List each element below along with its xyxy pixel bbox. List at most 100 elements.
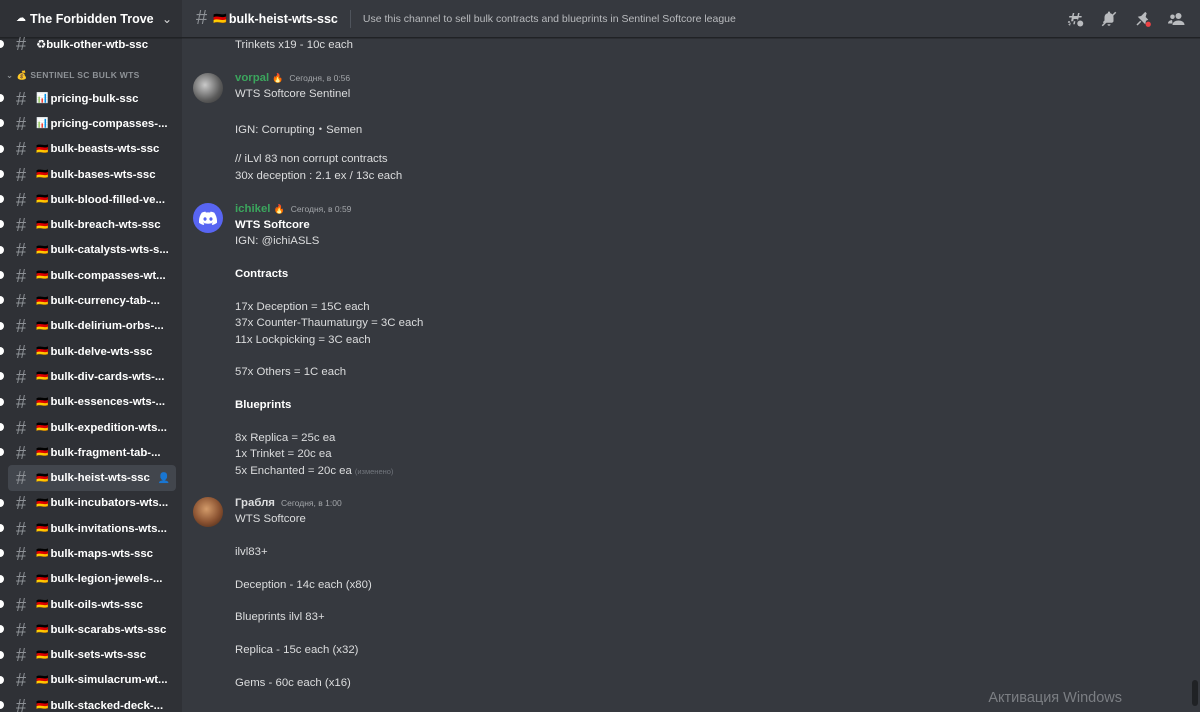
- text-channel-icon: #: [16, 113, 27, 134]
- threads-icon[interactable]: [1064, 8, 1086, 30]
- channel-item[interactable]: # 🇩🇪 bulk-delve-wts-ssc: [0, 339, 176, 364]
- channel-emoji: 🇩🇪: [36, 548, 49, 560]
- text-channel-icon: #: [16, 189, 27, 210]
- channel-item[interactable]: # 🇩🇪 bulk-blood-filled-ve...: [0, 187, 176, 212]
- message-line: Replica - 15c each (x32): [235, 644, 359, 656]
- channel-emoji: 🇩🇪: [36, 320, 49, 332]
- invite-icon[interactable]: 👤: [158, 473, 170, 484]
- channel-name: bulk-catalysts-wts-s...: [50, 244, 169, 257]
- channel-item[interactable]: # 🇩🇪 bulk-currency-tab-...: [0, 288, 176, 313]
- category-header[interactable]: ⌄ 💰 SENTINEL SC BULK WTS: [0, 64, 182, 86]
- channel-name: bulk-delirium-orbs-...: [50, 320, 164, 333]
- channel-topic[interactable]: Use this channel to sell bulk contracts …: [363, 13, 736, 25]
- text-channel-icon: #: [16, 569, 27, 590]
- text-channel-icon: #: [16, 215, 27, 236]
- channel-item[interactable]: # 🇩🇪 bulk-legion-jewels-...: [0, 567, 176, 592]
- channel-item[interactable]: # 🇩🇪 bulk-heist-wts-ssc 👤: [8, 465, 176, 491]
- channel-emoji: 🇩🇪: [36, 143, 49, 155]
- flame-icon: 🔥: [273, 204, 285, 214]
- unread-indicator: [0, 169, 4, 178]
- channel-item[interactable]: # 🇩🇪 bulk-simulacrum-wt...: [0, 668, 176, 693]
- channel-item[interactable]: # 🇩🇪 bulk-breach-wts-ssc: [0, 212, 176, 237]
- unread-indicator: [0, 397, 4, 406]
- channel-item[interactable]: # 🇩🇪 bulk-stacked-deck-...: [0, 693, 176, 712]
- channel-emoji: 🇩🇪: [36, 700, 49, 712]
- category-channels: # 📊 pricing-bulk-ssc # 📊 pricing-compasses-..…: [0, 86, 182, 712]
- channel-emoji: 🇩🇪: [36, 523, 49, 535]
- message-line: Gems - 60c each (x16): [235, 677, 351, 689]
- channel-item[interactable]: # 🇩🇪 bulk-scarabs-wts-ssc: [0, 617, 176, 642]
- channel-emoji: 🇩🇪: [36, 599, 49, 611]
- unread-indicator: [0, 271, 4, 280]
- channel-item[interactable]: # 🇩🇪 bulk-oils-wts-ssc: [0, 592, 176, 617]
- unread-indicator: [0, 701, 4, 710]
- channel-item[interactable]: # 🇩🇪 bulk-invitations-wts...: [0, 516, 176, 541]
- channel-item[interactable]: # 🇩🇪 bulk-fragment-tab-...: [0, 440, 176, 465]
- unread-indicator: [0, 346, 4, 355]
- text-channel-icon: #: [16, 645, 27, 666]
- channel-emoji: 🇩🇪: [36, 472, 49, 484]
- author-name[interactable]: ichikel: [235, 203, 270, 215]
- chevron-down-icon[interactable]: ⌄: [162, 12, 172, 26]
- header-divider: [349, 9, 351, 28]
- avatar[interactable]: [193, 73, 223, 103]
- server-icon: ☁: [16, 13, 26, 24]
- channel-emoji: 🇩🇪: [36, 573, 49, 585]
- channel-item[interactable]: # 🇩🇪 bulk-beasts-wts-ssc: [0, 137, 176, 162]
- channel-item[interactable]: # 🇩🇪 bulk-div-cards-wts-...: [0, 364, 176, 389]
- channel-emoji: 🇩🇪: [36, 219, 49, 231]
- text-channel-icon: #: [16, 442, 27, 463]
- edited-tag: (изменено): [354, 467, 394, 476]
- unread-indicator: [0, 625, 4, 634]
- avatar[interactable]: [193, 203, 223, 233]
- pin-icon[interactable]: [1132, 8, 1154, 30]
- channel-item[interactable]: # 🇩🇪 bulk-catalysts-wts-s...: [0, 238, 176, 263]
- header-toolbar: [1064, 0, 1188, 38]
- windows-activation-watermark: Активация Windows: [988, 690, 1122, 706]
- channel-item[interactable]: # 🇩🇪 bulk-essences-wts-...: [0, 390, 176, 415]
- channel-item[interactable]: # 🇩🇪 bulk-bases-wts-ssc: [0, 162, 176, 187]
- channel-emoji: 🇩🇪: [36, 169, 49, 181]
- chevron-down-icon: ⌄: [6, 69, 14, 80]
- channel-name: bulk-bases-wts-ssc: [50, 168, 156, 181]
- channel-item[interactable]: # 🇩🇪 bulk-delirium-orbs-...: [0, 314, 176, 339]
- channel-item[interactable]: # 🇩🇪 bulk-sets-wts-ssc: [0, 643, 176, 668]
- channel-emoji: 🇩🇪: [36, 396, 49, 408]
- channel-item[interactable]: # 📊 pricing-compasses-...: [0, 111, 176, 136]
- text-channel-icon: #: [16, 88, 27, 109]
- channel-sidebar: ☁ The Forbidden Trove ⌄ # ♻bulk-other-wt…: [0, 0, 182, 712]
- channel-name: bulk-compasses-wt...: [50, 269, 166, 282]
- channel-item[interactable]: # 🇩🇪 bulk-expedition-wts...: [0, 415, 176, 440]
- channel-item[interactable]: # 🇩🇪 bulk-incubators-wts...: [0, 491, 176, 516]
- channel-name: bulk-blood-filled-ve...: [50, 193, 165, 206]
- channel-name: pricing-compasses-...: [50, 117, 168, 130]
- mute-icon[interactable]: [1098, 8, 1120, 30]
- channel-list: # ♻bulk-other-wtb-ssc ⌄ 💰 SENTINEL SC BU…: [0, 32, 182, 712]
- channel-name: bulk-heist-wts-ssc: [50, 472, 150, 485]
- members-icon[interactable]: [1166, 8, 1188, 30]
- unread-indicator: [0, 119, 4, 128]
- channel-name: bulk-incubators-wts...: [50, 497, 169, 510]
- message-header: ichikel 🔥 Сегодня, в 0:59: [235, 203, 351, 215]
- channel-emoji: 🇩🇪: [36, 497, 49, 509]
- unread-indicator: [0, 574, 4, 583]
- author-name[interactable]: Грабля: [235, 497, 275, 509]
- channel-name: bulk-beasts-wts-ssc: [50, 143, 160, 156]
- avatar[interactable]: [193, 497, 223, 527]
- channel-item[interactable]: # 🇩🇪 bulk-maps-wts-ssc: [0, 541, 176, 566]
- message-line: WTS Softcore: [235, 513, 306, 525]
- channel-name: bulk-delve-wts-ssc: [50, 345, 153, 358]
- scrollbar-thumb[interactable]: [1192, 680, 1198, 706]
- channel-name: bulk-fragment-tab-...: [50, 446, 161, 459]
- unread-indicator: [0, 372, 4, 381]
- channel-item[interactable]: # 📊 pricing-bulk-ssc: [0, 86, 176, 111]
- text-channel-icon: #: [16, 543, 27, 564]
- channel-name: bulk-breach-wts-ssc: [50, 219, 161, 232]
- author-name[interactable]: vorpal: [235, 72, 269, 84]
- channel-item[interactable]: # 🇩🇪 bulk-compasses-wt...: [0, 263, 176, 288]
- message-line: Contracts: [235, 268, 289, 280]
- text-channel-icon: #: [16, 341, 27, 362]
- channel-item-bulk-other-wtb-ssc[interactable]: # ♻bulk-other-wtb-ssc: [0, 32, 176, 56]
- channel-name: bulk-expedition-wts...: [50, 421, 167, 434]
- category-name: SENTINEL SC BULK WTS: [30, 70, 140, 80]
